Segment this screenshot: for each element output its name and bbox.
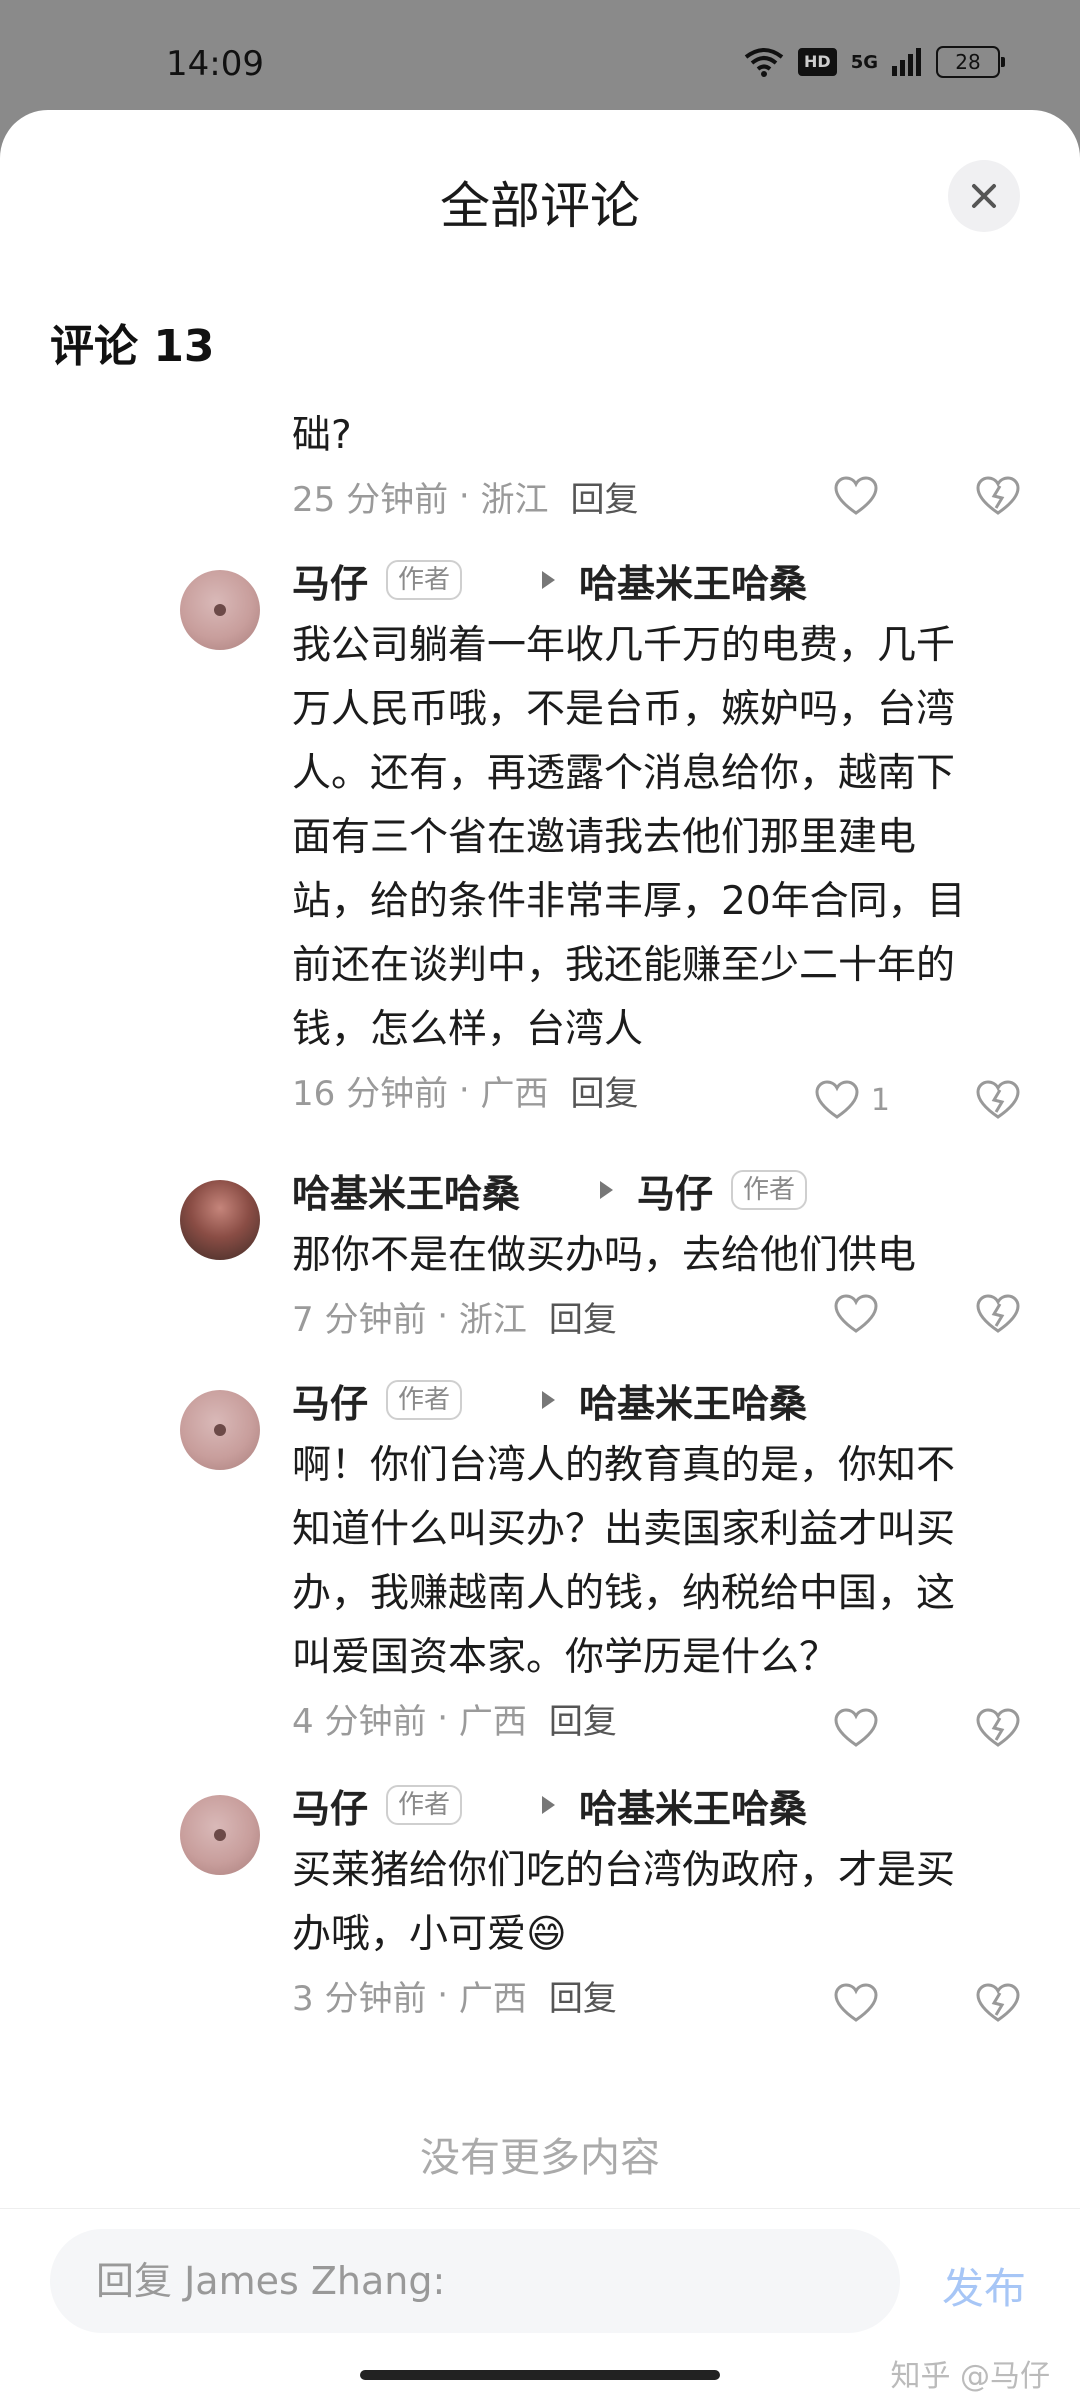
author-name[interactable]: 马仔 xyxy=(292,553,368,608)
no-more-content: 没有更多内容 xyxy=(420,2135,660,2181)
author-tag: 作者 xyxy=(386,1380,463,1420)
like-button[interactable] xyxy=(834,1983,890,2023)
comment-time: 3 分钟前 xyxy=(292,1978,427,2019)
like-button[interactable] xyxy=(834,1294,890,1334)
reply-button[interactable]: 回复 xyxy=(549,1971,617,2020)
author-name[interactable]: 马仔 xyxy=(292,1778,368,1833)
like-button[interactable] xyxy=(834,476,890,516)
close-button[interactable] xyxy=(948,160,1020,232)
comment-region: 浙江 xyxy=(480,479,549,520)
broken-heart-icon xyxy=(976,1080,1020,1119)
heart-icon xyxy=(834,1983,878,2022)
comment-text: 我公司躺着一年收几千万的电费，几千 万人民币哦，不是台币，嫉妒吗，台湾 人。还有… xyxy=(292,623,966,1052)
heart-icon xyxy=(815,1080,859,1119)
comment-time: 25 分钟前 xyxy=(292,479,449,520)
comment-header: 哈基米王哈桑 马仔 作者 xyxy=(292,1160,1012,1220)
reply-to-name[interactable]: 马仔 xyxy=(637,1163,713,1218)
comment-region: 广西 xyxy=(458,1701,527,1742)
comment-meta: 3 分钟前 · 广西 回复 xyxy=(292,1967,1012,2023)
comment-time: 7 分钟前 xyxy=(292,1299,427,1340)
reply-button[interactable]: 回复 xyxy=(571,1066,639,1115)
hd-badge: HD xyxy=(798,48,837,76)
reply-arrow-icon xyxy=(600,1181,614,1199)
sheet-title: 全部评论 xyxy=(440,177,640,235)
comment-meta: 25 分钟前 · 浙江 回复 xyxy=(292,468,1012,524)
comment-meta: 7 分钟前 · 浙江 回复 xyxy=(292,1288,1012,1344)
avatar[interactable] xyxy=(180,1180,260,1260)
author-tag: 作者 xyxy=(386,560,463,600)
reply-arrow-icon xyxy=(542,571,556,589)
comment-header: 马仔 作者 哈基米王哈桑 xyxy=(292,1775,1012,1835)
broken-heart-icon xyxy=(976,1294,1020,1333)
comment-text: 啊！你们台湾人的教育真的是，你知不 知道什么叫买办？出卖国家利益才叫买 办，我赚… xyxy=(292,1443,956,1680)
author-tag: 作者 xyxy=(731,1170,808,1210)
reply-arrow-icon xyxy=(542,1391,556,1409)
status-icons: HD 5G 28 xyxy=(744,46,1005,78)
comment-header: 马仔 作者 哈基米王哈桑 xyxy=(292,1370,1012,1430)
reply-to-name[interactable]: 哈基米王哈桑 xyxy=(579,1778,807,1833)
reply-arrow-icon xyxy=(542,1796,556,1814)
author-name[interactable]: 马仔 xyxy=(292,1373,368,1428)
reply-button[interactable]: 回复 xyxy=(549,1292,617,1341)
status-bar: 14:09 HD 5G 28 xyxy=(0,0,1080,110)
broken-heart-icon xyxy=(976,476,1020,515)
reply-button[interactable]: 回复 xyxy=(549,1694,617,1743)
signal-icon xyxy=(892,48,921,76)
comment-text: 那你不是在做买办吗，去给他们供电 xyxy=(292,1233,917,1278)
dislike-button[interactable] xyxy=(976,1080,1020,1124)
reply-to-name[interactable]: 哈基米王哈桑 xyxy=(579,1373,807,1428)
avatar[interactable] xyxy=(180,570,260,650)
close-icon xyxy=(972,184,996,208)
comments-sheet: 全部评论 评论 13 础? 25 分钟前 · 浙江 回复 马仔 作者 哈基米王哈… xyxy=(0,110,1080,2400)
dislike-button[interactable] xyxy=(976,1983,1020,2027)
avatar[interactable] xyxy=(180,1390,260,1470)
broken-heart-icon xyxy=(976,1708,1020,1747)
watermark: 知乎 @马仔 xyxy=(890,2359,1050,2394)
heart-icon xyxy=(834,1294,878,1333)
comment-time: 4 分钟前 xyxy=(292,1701,427,1742)
comment-text: 础? xyxy=(292,413,352,458)
reply-to-name[interactable]: 哈基米王哈桑 xyxy=(579,553,807,608)
dislike-button[interactable] xyxy=(976,1708,1020,1752)
comment-meta: 4 分钟前 · 广西 回复 xyxy=(292,1690,1012,1746)
dislike-button[interactable] xyxy=(976,1294,1020,1338)
comment-region: 浙江 xyxy=(458,1299,527,1340)
reply-input[interactable] xyxy=(50,2229,900,2333)
broken-heart-icon xyxy=(976,1983,1020,2022)
comment-time: 16 分钟前 xyxy=(292,1073,449,1114)
like-count: 1 xyxy=(870,1082,890,1118)
comment-text: 买莱猪给你们吃的台湾伪政府，才是买 办哦，小可爱😄 xyxy=(292,1848,956,1957)
comment-region: 广西 xyxy=(480,1073,549,1114)
heart-icon xyxy=(834,476,878,515)
avatar[interactable] xyxy=(180,1795,260,1875)
publish-button[interactable]: 发布 xyxy=(942,2255,1026,2316)
comment-meta: 16 分钟前 · 广西 回复 xyxy=(292,1062,1012,1118)
author-name[interactable]: 哈基米王哈桑 xyxy=(292,1163,520,1218)
status-time: 14:09 xyxy=(166,44,264,84)
comment-count-header: 评论 13 xyxy=(50,321,215,372)
like-button[interactable] xyxy=(834,1708,890,1748)
author-tag: 作者 xyxy=(386,1785,463,1825)
network-label: 5G xyxy=(850,51,878,73)
wifi-icon xyxy=(744,48,784,77)
like-button[interactable]: 1 xyxy=(815,1080,890,1120)
comment-header: 马仔 作者 哈基米王哈桑 xyxy=(292,550,1012,610)
comment-region: 广西 xyxy=(458,1978,527,2019)
dislike-button[interactable] xyxy=(976,476,1020,520)
home-indicator[interactable] xyxy=(360,2370,720,2380)
reply-button[interactable]: 回复 xyxy=(571,472,639,521)
heart-icon xyxy=(834,1708,878,1747)
battery-indicator: 28 xyxy=(936,46,1005,78)
